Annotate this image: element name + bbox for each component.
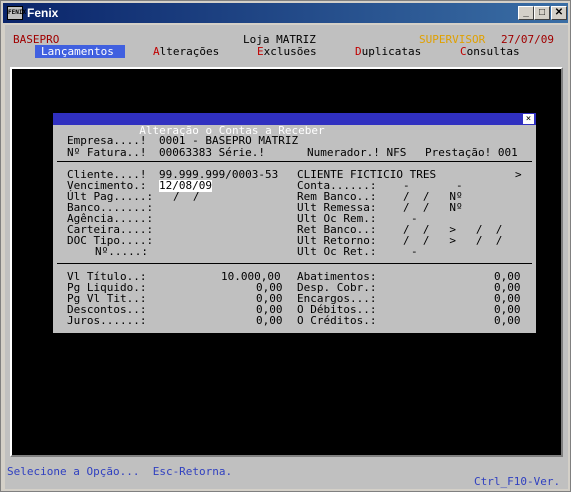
dialog-title-bar: Alteração o Contas a Receber × bbox=[53, 113, 536, 137]
ult-oc-ret-value[interactable]: - bbox=[411, 246, 418, 258]
status-hint: Selecione a Opção... Esc-Retorna. bbox=[7, 465, 233, 478]
cliente-arrow-icon[interactable]: > bbox=[515, 169, 522, 181]
o-creditos-value: 0,00 bbox=[494, 314, 521, 327]
ult-oc-ret-label: Ult Oc Ret.: bbox=[297, 245, 377, 258]
ult-retorno-value[interactable]: / / > / / bbox=[403, 235, 502, 247]
dialog-close-icon[interactable]: × bbox=[523, 114, 534, 124]
menu-lancamentos[interactable]: Lançamentos bbox=[35, 45, 125, 58]
divider bbox=[57, 263, 532, 264]
menu-duplicatas[interactable]: Duplicatas bbox=[355, 45, 421, 58]
client-area: BASEPRO Loja MATRIZ SUPERVISOR 27/07/09 … bbox=[5, 25, 568, 489]
numero-label: Nº.....: bbox=[95, 245, 148, 258]
fatura-label: Nº Fatura..! bbox=[67, 146, 147, 159]
o-creditos-label: O Créditos.: bbox=[297, 314, 377, 327]
app-window: FENIX Fenix _ □ ✕ BASEPRO Loja MATRIZ SU… bbox=[0, 0, 571, 492]
app-icon: FENIX bbox=[7, 6, 26, 20]
juros-value: 0,00 bbox=[256, 314, 283, 327]
menu-exclusoes[interactable]: Exclusões bbox=[257, 45, 317, 58]
minimize-button[interactable]: _ bbox=[518, 6, 534, 20]
status-shortcut: Ctrl_F10-Ver. bbox=[474, 475, 561, 488]
menu-alteracoes[interactable]: Alterações bbox=[153, 45, 219, 58]
fatura-value: 00063383 Série.! bbox=[159, 146, 265, 159]
menu-consultas[interactable]: Consultas bbox=[460, 45, 520, 58]
terminal-screen: Alteração o Contas a Receber × Empresa..… bbox=[10, 67, 563, 457]
window-title: Fenix bbox=[27, 6, 59, 20]
prestacao: Prestação! 001 bbox=[425, 146, 518, 159]
contas-receber-dialog: Alteração o Contas a Receber × Empresa..… bbox=[53, 113, 536, 333]
title-bar[interactable]: FENIX Fenix _ □ ✕ bbox=[3, 3, 568, 23]
numerador: Numerador.! NFS bbox=[307, 146, 407, 159]
divider bbox=[57, 161, 532, 162]
close-button[interactable]: ✕ bbox=[551, 6, 567, 20]
ultpag-field[interactable]: / / bbox=[173, 191, 200, 203]
juros-label: Juros......: bbox=[67, 314, 147, 327]
maximize-button[interactable]: □ bbox=[534, 6, 550, 20]
